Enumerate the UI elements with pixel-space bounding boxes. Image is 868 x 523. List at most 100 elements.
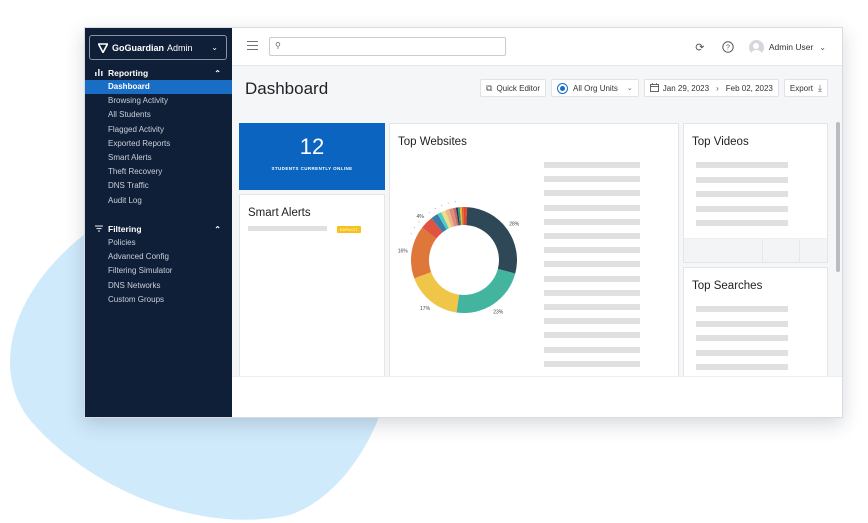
sidebar-item-advanced-config[interactable]: Advanced Config	[85, 250, 232, 264]
section-label: Filtering	[108, 224, 142, 234]
placeholder-row	[696, 205, 788, 212]
quick-editor-button[interactable]: ⧉ Quick Editor	[480, 79, 547, 97]
chevron-down-icon: ⌄	[626, 85, 633, 92]
top-searches-title: Top Searches	[692, 280, 763, 292]
small-slice-leader-dot	[428, 211, 430, 213]
small-slice-leader-dot	[454, 201, 456, 203]
quick-editor-label: Quick Editor	[496, 83, 541, 93]
sidebar-item-theft-recovery[interactable]: Theft Recovery	[85, 165, 232, 179]
top-websites-title: Top Websites	[398, 136, 467, 148]
screenshot-stage: GoGuardian Admin ⌄ Reporting ⌃ Dashboard…	[0, 0, 868, 523]
page-title: Dashboard	[245, 79, 329, 98]
placeholder-row	[544, 247, 640, 254]
sidebar-item-exported-reports[interactable]: Exported Reports	[85, 137, 232, 151]
top-bar: ⚲ ⟳ ? Admin User ⌄	[232, 28, 842, 66]
user-name[interactable]: Admin User	[769, 42, 813, 52]
chevron-up-icon[interactable]: ⌃	[214, 69, 221, 78]
placeholder-row	[544, 360, 640, 367]
sidebar-item-all-students[interactable]: All Students	[85, 108, 232, 122]
placeholder-row	[696, 364, 788, 370]
chevron-right-icon: ›	[716, 83, 719, 93]
sidebar-item-smart-alerts[interactable]: Smart Alerts	[85, 151, 232, 165]
placeholder-row	[544, 190, 640, 197]
bar-chart-icon	[95, 68, 105, 78]
calendar-icon	[649, 82, 659, 94]
donut-slice[interactable]	[466, 207, 517, 274]
top-videos-footer	[684, 238, 827, 262]
brand-name: GoGuardian	[112, 42, 165, 53]
quick-editor-icon: ⧉	[486, 82, 493, 93]
placeholder-row	[696, 335, 788, 341]
placeholder-row	[544, 218, 640, 225]
placeholder-row	[696, 306, 788, 312]
placeholder-row	[696, 349, 788, 356]
svg-text:?: ?	[726, 45, 730, 52]
sidebar-section-header-reporting[interactable]: Reporting ⌃	[85, 66, 232, 80]
dashboard-toolbar: ⧉ Quick Editor All Org Units ⌄ Jan 29, 2…	[475, 79, 828, 97]
date-range-picker[interactable]: Jan 29, 2023 › Feb 02, 2023	[643, 79, 779, 97]
sidebar-item-custom-groups[interactable]: Custom Groups	[85, 293, 232, 307]
shield-logo-icon	[98, 42, 108, 53]
sidebar-item-flagged-activity[interactable]: Flagged Activity	[85, 123, 232, 137]
donut-slice[interactable]	[456, 268, 516, 313]
content-footer	[232, 376, 842, 417]
sidebar-section-filtering: Filtering ⌃ Policies Advanced Config Fil…	[85, 222, 232, 307]
sidebar-item-dns-networks[interactable]: DNS Networks	[85, 279, 232, 293]
students-online-label: STUDENTS CURRENTLY ONLINE	[271, 166, 353, 171]
sync-icon[interactable]: ⟳	[693, 40, 707, 54]
avatar[interactable]	[748, 39, 764, 55]
chevron-down-icon[interactable]: ⌄	[819, 43, 826, 52]
sidebar-item-policies[interactable]: Policies	[85, 236, 232, 250]
sidebar-section-reporting: Reporting ⌃ Dashboard Browsing Activity …	[85, 66, 232, 208]
vertical-scrollbar[interactable]	[836, 122, 840, 272]
donut-slice-label: 28%	[509, 222, 520, 228]
small-slice-leader-dot	[447, 202, 449, 204]
download-icon: ⤓	[818, 82, 822, 93]
small-slice-leader-dot	[410, 233, 412, 235]
sidebar: GoGuardian Admin ⌄ Reporting ⌃ Dashboard…	[85, 28, 232, 417]
placeholder-row	[696, 220, 788, 226]
section-label: Reporting	[108, 68, 149, 78]
placeholder-row	[696, 176, 788, 183]
donut-slice-label: 17%	[420, 306, 431, 312]
filter-icon	[95, 225, 105, 234]
org-units-select[interactable]: All Org Units ⌄	[551, 79, 639, 97]
small-slice-leader-dot	[418, 221, 420, 223]
placeholder-row	[544, 261, 640, 268]
donut-slice-label: 16%	[398, 249, 409, 255]
app-window: GoGuardian Admin ⌄ Reporting ⌃ Dashboard…	[84, 27, 843, 418]
top-websites-donut-chart: 28% 23% 17% 16% 4%	[398, 201, 520, 316]
donut-slice-label: 23%	[493, 310, 504, 316]
placeholder-row	[696, 162, 788, 168]
sidebar-item-dns-traffic[interactable]: DNS Traffic	[85, 179, 232, 193]
placeholder-row	[544, 332, 640, 339]
top-searches-card: Top Searches	[683, 267, 828, 387]
sidebar-item-filtering-simulator[interactable]: Filtering Simulator	[85, 264, 232, 278]
small-slice-leader-dot	[414, 227, 416, 229]
explicit-badge: EXPLICIT	[337, 226, 361, 233]
org-units-label: All Org Units	[573, 83, 618, 93]
students-online-card[interactable]: 12 STUDENTS CURRENTLY ONLINE	[239, 123, 385, 190]
date-end: Feb 02, 2023	[725, 83, 773, 93]
sidebar-item-browsing-activity[interactable]: Browsing Activity	[85, 94, 232, 108]
donut-slice-label: 4%	[416, 214, 424, 220]
main-content: ⚲ ⟳ ? Admin User ⌄ Dashboard ⧉ Quick Edi…	[232, 28, 842, 417]
export-button[interactable]: Export ⤓	[783, 79, 828, 97]
sidebar-item-dashboard[interactable]: Dashboard	[85, 80, 232, 95]
sidebar-item-audit-log[interactable]: Audit Log	[85, 194, 232, 208]
placeholder-row	[544, 304, 640, 310]
placeholder-row	[696, 191, 788, 197]
top-videos-title: Top Videos	[692, 136, 749, 148]
alert-placeholder	[248, 226, 327, 231]
chevron-up-icon[interactable]: ⌃	[214, 225, 221, 234]
sidebar-section-header-filtering[interactable]: Filtering ⌃	[85, 222, 232, 236]
placeholder-row	[696, 320, 788, 327]
top-websites-card: Top Websites 28% 23% 17% 16% 4%	[389, 123, 679, 417]
placeholder-row	[544, 162, 640, 168]
help-icon[interactable]: ?	[721, 40, 735, 54]
org-switcher[interactable]: GoGuardian Admin ⌄	[89, 35, 227, 60]
hamburger-menu-icon[interactable]	[247, 41, 258, 51]
placeholder-row	[544, 289, 640, 296]
placeholder-row	[544, 346, 640, 353]
search-input[interactable]: ⚲	[269, 37, 506, 56]
